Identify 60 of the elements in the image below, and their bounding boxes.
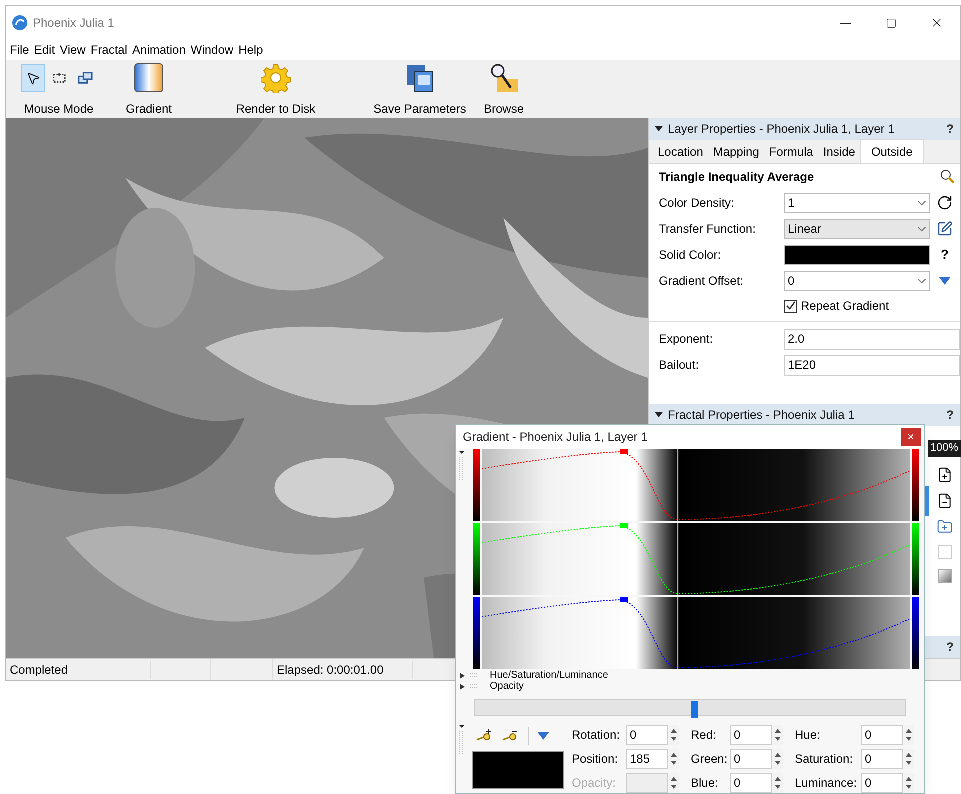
toolbar-label: Mouse Mode bbox=[24, 101, 94, 118]
field-label: Rotation: bbox=[572, 727, 622, 744]
menu-item[interactable]: Edit bbox=[34, 41, 56, 59]
field-label: Luminance: bbox=[795, 775, 858, 792]
window-title: Phoenix Julia 1 bbox=[33, 15, 114, 32]
help-mark[interactable]: ? bbox=[941, 245, 949, 265]
help-mark[interactable]: ? bbox=[946, 120, 954, 138]
number-field[interactable]: 0 bbox=[861, 749, 903, 769]
number-field[interactable]: 0 bbox=[730, 749, 772, 769]
field-label: Bailout: bbox=[659, 357, 700, 374]
section-label[interactable]: Opacity bbox=[490, 681, 524, 692]
section-heading: Triangle Inequality Average bbox=[659, 169, 814, 186]
field-label: Solid Color: bbox=[659, 247, 722, 264]
field-label: Gradient Offset: bbox=[659, 273, 744, 290]
tab[interactable]: Mapping bbox=[708, 141, 764, 163]
tab[interactable]: Outside bbox=[860, 139, 924, 163]
toolbar-label: Browse bbox=[484, 101, 524, 118]
dropdown-field[interactable]: 1 bbox=[784, 193, 930, 213]
text-field[interactable]: 2.0 bbox=[784, 328, 960, 350]
menu-item[interactable]: Animation bbox=[132, 41, 186, 59]
toolbar-label: Render to Disk bbox=[236, 101, 316, 118]
field-label: Exponent: bbox=[659, 331, 714, 348]
text-field[interactable]: 1E20 bbox=[784, 354, 960, 376]
help-mark[interactable]: ? bbox=[946, 638, 954, 656]
panel-title: Layer Properties - Phoenix Julia 1, Layer 1 bbox=[668, 121, 895, 138]
dropdown-field[interactable]: 0 bbox=[784, 271, 930, 291]
checkbox-label: Repeat Gradient bbox=[801, 298, 890, 315]
field-label: Saturation: bbox=[795, 751, 854, 768]
number-field[interactable]: 0 bbox=[861, 773, 903, 793]
field-label: Position: bbox=[572, 751, 620, 768]
close-button[interactable]: × bbox=[901, 428, 921, 446]
field-label: Opacity: bbox=[572, 775, 618, 792]
menu-item[interactable]: Window bbox=[190, 41, 234, 59]
field-label: Hue: bbox=[795, 727, 822, 744]
panel-title: Fractal Properties - Phoenix Julia 1 bbox=[668, 407, 855, 424]
status-text: Completed bbox=[6, 660, 151, 678]
zoom-label: 100% bbox=[928, 440, 961, 456]
menu-item[interactable]: File bbox=[10, 41, 30, 59]
tab[interactable]: Location bbox=[653, 141, 708, 163]
toolbar-label: Gradient bbox=[126, 101, 172, 118]
field-label: Green: bbox=[691, 751, 729, 768]
menu-item[interactable]: Fractal bbox=[90, 41, 128, 59]
window-title: Gradient - Phoenix Julia 1, Layer 1 bbox=[463, 429, 648, 446]
number-field[interactable]: 0 bbox=[730, 725, 772, 745]
field-label: Color Density: bbox=[659, 195, 736, 212]
number-field[interactable]: 185 bbox=[626, 749, 668, 769]
menu-item[interactable]: View bbox=[60, 41, 86, 59]
tab[interactable]: Inside bbox=[818, 141, 860, 163]
field-label: Blue: bbox=[691, 775, 720, 792]
section-label[interactable]: Hue/Saturation/Luminance bbox=[490, 670, 608, 681]
field-label: Transfer Function: bbox=[659, 221, 757, 238]
toolbar-label: Save Parameters bbox=[374, 101, 466, 118]
number-field[interactable]: 0 bbox=[861, 725, 903, 745]
menu-item[interactable]: Help bbox=[238, 41, 264, 59]
tab[interactable]: Formula bbox=[764, 141, 818, 163]
elapsed-time: Elapsed: 0:00:01.00 bbox=[273, 660, 413, 678]
field-label: Red: bbox=[691, 727, 718, 744]
number-field[interactable]: 0 bbox=[626, 725, 668, 745]
number-field[interactable]: 0 bbox=[730, 773, 772, 793]
help-mark[interactable]: ? bbox=[946, 406, 954, 424]
